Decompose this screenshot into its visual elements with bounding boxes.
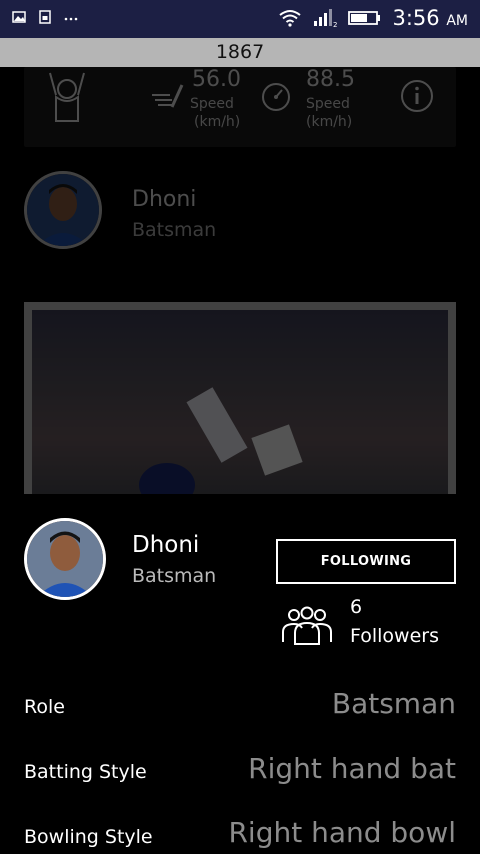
status-bar: 2 3:56 AM bbox=[0, 0, 480, 38]
wifi-icon bbox=[279, 10, 302, 27]
followers-icon bbox=[282, 606, 332, 645]
background-player-name: Dhoni bbox=[132, 187, 197, 212]
batsman-image-icon bbox=[139, 387, 303, 494]
umpire-out-icon bbox=[49, 72, 85, 122]
player-profile-sheet: Dhoni Batsman FOLLOWING 6 Followers Role… bbox=[0, 494, 480, 854]
cricket-photo bbox=[32, 310, 448, 494]
counter-bar: 1867 bbox=[0, 38, 480, 67]
bowling-speed-icon bbox=[152, 84, 184, 108]
detail-value-role: Batsman bbox=[331, 687, 456, 720]
followers-label: Followers bbox=[350, 625, 439, 647]
status-time: 3:56 AM bbox=[392, 6, 468, 30]
following-button[interactable]: FOLLOWING bbox=[276, 539, 456, 584]
stats-card: 56.0 Speed (km/h) 88.5 Speed (km/h) bbox=[24, 67, 456, 147]
speedometer-icon bbox=[262, 83, 290, 111]
background-avatar bbox=[24, 171, 102, 249]
stat-unit-1: (km/h) bbox=[194, 114, 241, 130]
stat-value-2: 88.5 bbox=[306, 67, 355, 92]
stat-unit-2: (km/h) bbox=[306, 114, 353, 130]
detail-label-role: Role bbox=[24, 696, 65, 718]
followers-count: 6 bbox=[350, 596, 363, 618]
image-icon bbox=[12, 11, 26, 23]
player-role: Batsman bbox=[132, 565, 217, 587]
detail-value-batting-style: Right hand bat bbox=[248, 752, 456, 785]
info-icon[interactable] bbox=[400, 79, 434, 113]
background-player-role: Batsman bbox=[132, 219, 217, 241]
player-face-icon bbox=[27, 521, 103, 597]
more-dots-icon bbox=[64, 17, 78, 21]
detail-label-bowling-style: Bowling Style bbox=[24, 826, 153, 848]
photo-frame bbox=[24, 302, 456, 494]
stat-label-1: Speed bbox=[190, 96, 234, 112]
svg-text:2: 2 bbox=[333, 21, 337, 28]
signal-icon: 2 bbox=[314, 9, 338, 28]
background-content: 56.0 Speed (km/h) 88.5 Speed (km/h) Dhon… bbox=[0, 67, 480, 494]
sim-card-icon bbox=[39, 10, 51, 24]
player-avatar bbox=[24, 518, 106, 600]
battery-icon bbox=[348, 11, 381, 25]
player-name: Dhoni bbox=[132, 532, 200, 558]
stat-value-1: 56.0 bbox=[192, 67, 241, 92]
detail-label-batting-style: Batting Style bbox=[24, 761, 147, 783]
detail-value-bowling-style: Right hand bowl bbox=[228, 816, 456, 849]
stat-label-2: Speed bbox=[306, 96, 350, 112]
player-face-icon bbox=[27, 174, 99, 246]
